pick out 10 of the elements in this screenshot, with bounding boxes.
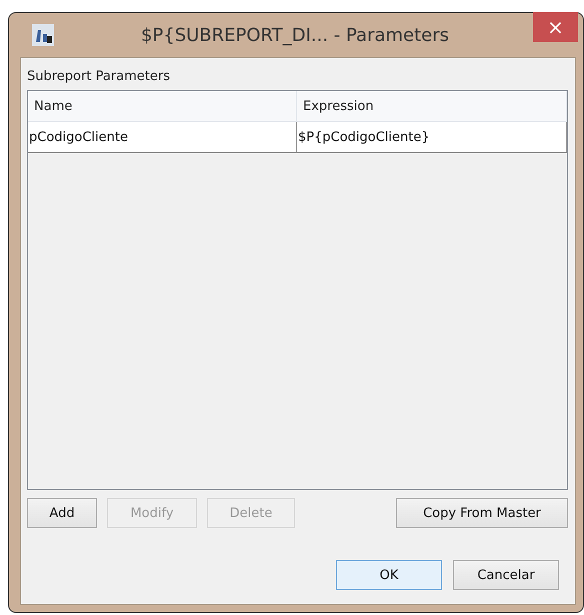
table-cell: pCodigoCliente [28,122,297,152]
table-cell: $P{pCodigoCliente} [297,122,567,152]
table-action-button[interactable]: Add [27,498,97,528]
window-title: $P{SUBREPORT_DI... - Parameters [140,24,450,46]
section-label: Subreport Parameters [27,68,171,86]
dialog-button[interactable]: Cancelar [453,560,559,590]
table-action-button[interactable]: Copy From Master [396,498,568,528]
app-icon [32,24,54,46]
close-button[interactable]: × [533,12,578,42]
dialog-button[interactable]: OK [336,560,442,590]
